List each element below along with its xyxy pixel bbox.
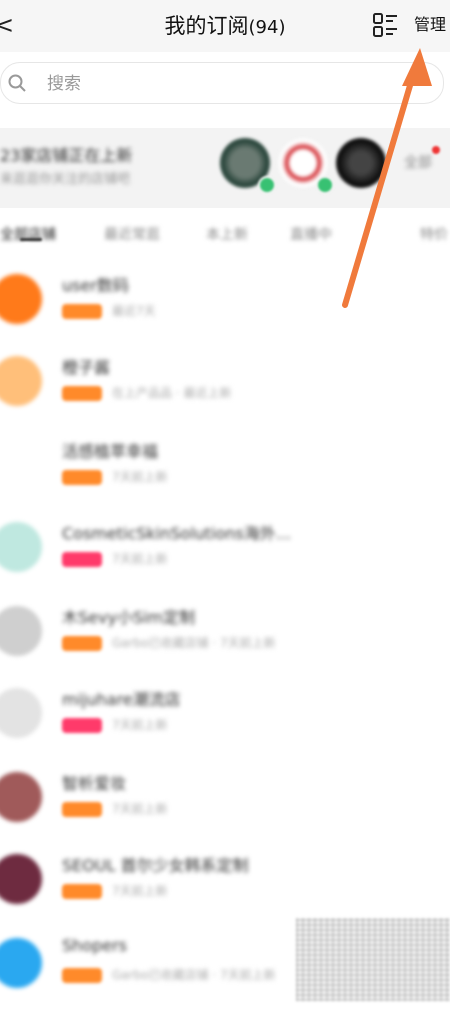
store-avatar (0, 356, 42, 406)
store-meta: 7天前上新 (112, 884, 168, 898)
store-avatar (0, 772, 42, 822)
list-item[interactable]: 活感植萃幸福 7天前上新 (0, 432, 450, 514)
list-item[interactable]: user数码最近7天 (0, 266, 450, 348)
list-item[interactable]: CosmeticSkinSolutions海外... 7天前上新 (0, 514, 450, 596)
top-bar: < 我的订阅(94) 管理 (0, 0, 450, 52)
store-name: 智析爱妆 (62, 774, 127, 793)
banner-online-dot (316, 176, 334, 194)
store-avatar (0, 606, 42, 656)
watermark-pattern (296, 918, 450, 1001)
store-name: 木Sevy小Sim定制 (62, 608, 196, 627)
store-badge (62, 386, 102, 401)
store-meta: Garbo已收藏店铺 · 7天前上新 (112, 968, 276, 982)
search-bar[interactable] (0, 62, 444, 104)
list-item[interactable]: 橙子酱 在上产品品 · 最近上新 (0, 348, 450, 430)
store-meta: Garbo已收藏店铺 · 7天前上新 (112, 636, 276, 650)
search-input[interactable] (45, 71, 409, 97)
tab-frequent[interactable]: 最近常逛 (104, 224, 160, 244)
store-name: 橙子酱 (62, 358, 111, 377)
store-meta: 7天前上新 (112, 802, 168, 816)
store-name: user数码 (62, 276, 129, 295)
store-badge (62, 802, 102, 817)
store-badge (62, 718, 102, 733)
store-badge (62, 552, 102, 567)
banner-online-dot (258, 176, 276, 194)
store-avatar (0, 274, 42, 324)
store-avatar (0, 522, 42, 572)
filter-tabs: 全部店铺 最近常逛 本上新 直播中 特价 (0, 212, 450, 260)
active-tab-indicator (20, 238, 42, 241)
store-meta: 最近7天 (112, 304, 156, 318)
store-badge (62, 470, 102, 485)
list-item[interactable]: 智析爱妆 7天前上新 (0, 764, 450, 846)
store-avatar (0, 440, 42, 490)
search-icon (8, 74, 26, 92)
store-badge (62, 968, 102, 983)
store-meta: 7天前上新 (112, 718, 168, 732)
store-badge (62, 304, 102, 319)
page-title-text: 我的订阅 (164, 14, 249, 38)
notification-dot (432, 146, 440, 154)
store-name: CosmeticSkinSolutions海外... (62, 524, 292, 543)
store-name: mijuhare潮流店 (62, 690, 181, 709)
category-grid-icon[interactable] (371, 12, 399, 38)
manage-button[interactable]: 管理 (414, 13, 446, 37)
tab-live[interactable]: 直播中 (290, 224, 332, 244)
store-avatar (0, 854, 42, 904)
store-name: SEOUL 首尔少女韩系定制 (62, 856, 249, 875)
store-meta: 7天前上新 (112, 552, 168, 566)
store-name: Shopers (62, 936, 127, 955)
banner-more-link[interactable]: 全部 (404, 152, 432, 172)
store-avatar (0, 688, 42, 738)
store-meta: 在上产品品 · 最近上新 (112, 386, 232, 400)
list-item[interactable]: SEOUL 首尔少女韩系定制 7天前上新 (0, 846, 450, 928)
tab-new[interactable]: 本上新 (206, 224, 248, 244)
banner-store-avatar[interactable] (336, 138, 386, 188)
store-meta: 7天前上新 (112, 470, 168, 484)
store-badge (62, 884, 102, 899)
banner-title: 23家店铺正在上新 (0, 146, 133, 165)
list-item[interactable]: mijuhare潮流店 7天前上新 (0, 680, 450, 762)
tab-sale[interactable]: 特价 (420, 224, 448, 244)
list-item[interactable]: 木Sevy小Sim定制 Garbo已收藏店铺 · 7天前上新 (0, 598, 450, 680)
banner-subtitle: 来逛逛你关注的店铺吧 (0, 172, 131, 187)
store-badge (62, 636, 102, 651)
store-name: 活感植萃幸福 (62, 442, 159, 461)
store-avatar (0, 938, 42, 988)
tab-all-stores[interactable]: 全部店铺 (0, 224, 56, 244)
subscription-count: (94) (248, 17, 286, 38)
